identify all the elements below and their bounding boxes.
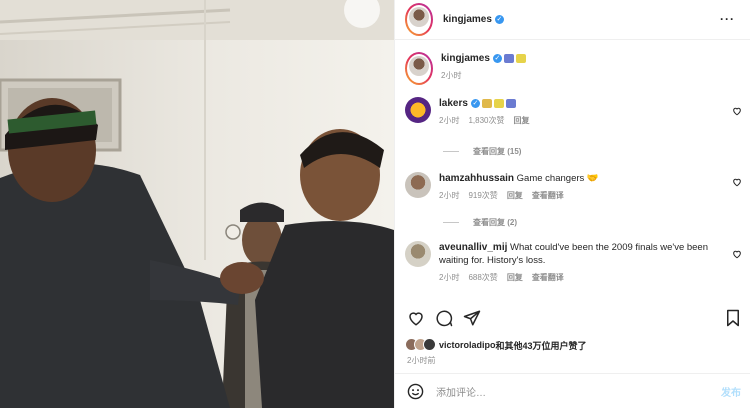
caption-username[interactable]: kingjames	[441, 53, 490, 64]
handshake-emoji-icon: 🤝	[586, 173, 599, 184]
view-replies-label: 查看回复 (2)	[473, 218, 517, 227]
comment-username[interactable]: aveunalliv_mij	[439, 242, 507, 253]
verified-icon: ✓	[470, 98, 480, 108]
verified-icon: ✓	[494, 15, 504, 24]
goat-emoji-icon	[515, 53, 526, 63]
comment-time: 2小时	[439, 273, 460, 282]
comment-bar: 添加评论… 发布	[395, 373, 750, 408]
comment-username[interactable]: hamzahhussain	[439, 173, 514, 184]
verified-icon: ✓	[492, 53, 502, 63]
reply-button[interactable]: 回复	[507, 191, 523, 200]
comment-icon[interactable]	[435, 309, 453, 327]
comment-input[interactable]: 添加评论…	[436, 384, 486, 399]
heart-icon[interactable]	[407, 309, 425, 327]
liker-avatars[interactable]	[405, 338, 439, 352]
comment-avatar[interactable]	[405, 97, 431, 123]
caption-time: 2小时	[441, 71, 462, 80]
view-replies-label: 查看回复 (15)	[473, 147, 522, 156]
likes-summary: victoroladipo 和其他43万位用户赞了	[405, 338, 587, 352]
heart-icon[interactable]	[732, 249, 742, 259]
post-photo-illustration	[0, 0, 394, 408]
reply-button[interactable]: 回复	[513, 116, 529, 125]
post-photo[interactable]	[0, 0, 394, 408]
translate-button[interactable]: 查看翻译	[532, 191, 564, 200]
comment-likes[interactable]: 688次赞	[468, 273, 497, 282]
goat-emoji-icon	[493, 98, 504, 108]
post-time: 2小时前	[407, 356, 436, 365]
view-replies-button[interactable]: 查看回复 (15)	[443, 146, 521, 157]
reply-button[interactable]: 回复	[507, 273, 523, 282]
comment-avatar[interactable]	[405, 241, 431, 267]
caption-avatar[interactable]	[405, 52, 433, 85]
likes-text[interactable]: 和其他43万位用户赞了	[496, 339, 587, 352]
heart-icon[interactable]	[732, 106, 742, 116]
caption: kingjames ✓ 2小时	[405, 52, 526, 85]
post-actions	[407, 309, 743, 329]
header-username[interactable]: kingjames	[443, 14, 492, 25]
comment-likes[interactable]: 919次赞	[468, 191, 497, 200]
comment-username[interactable]: lakers	[439, 98, 468, 109]
comment-aveunalliv-mij: aveunalliv_mij What could've been the 20…	[405, 241, 723, 284]
heart-icon[interactable]	[732, 177, 742, 187]
comment-hamzahhussain: hamzahhussain Game changers 🤝 2小时 919次赞 回复…	[405, 172, 599, 202]
infinity-emoji-icon	[505, 98, 516, 108]
bookmark-icon[interactable]	[725, 309, 741, 327]
comment-lakers: lakers ✓ 2小时 1,830次赞 回复	[405, 97, 538, 127]
replies-divider	[443, 222, 459, 223]
comment-likes[interactable]: 1,830次赞	[468, 116, 504, 125]
comment-time: 2小时	[439, 116, 460, 125]
more-icon[interactable]: ···	[720, 12, 735, 26]
post-header: kingjames ✓ ···	[395, 0, 750, 40]
share-icon[interactable]	[463, 309, 481, 327]
liker-username[interactable]: victoroladipo	[439, 340, 496, 350]
comment-time: 2小时	[439, 191, 460, 200]
replies-divider	[443, 151, 459, 152]
post-comment-button[interactable]: 发布	[721, 384, 741, 399]
translate-button[interactable]: 查看翻译	[532, 273, 564, 282]
post-side-panel: kingjames ✓ ··· kingjames ✓ 2小时 lakers ✓ 2…	[394, 0, 750, 408]
infinity-emoji-icon	[503, 53, 514, 63]
crown-emoji-icon	[481, 98, 492, 108]
emoji-icon[interactable]	[407, 383, 424, 400]
comment-avatar[interactable]	[405, 172, 431, 198]
comment-text: Game changers	[516, 173, 585, 184]
header-avatar[interactable]	[405, 3, 433, 36]
view-replies-button[interactable]: 查看回复 (2)	[443, 217, 517, 228]
